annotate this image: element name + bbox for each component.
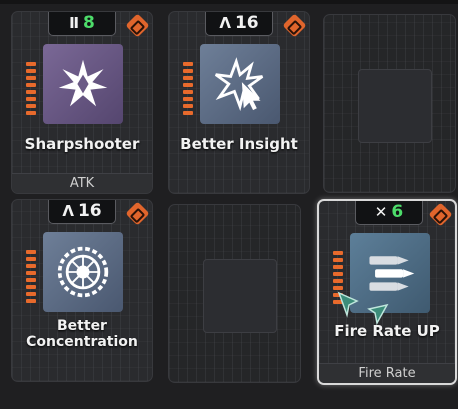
circular-gear-icon [43,232,123,312]
level-badge: Ⅱ 8 [48,12,116,36]
level-number: 6 [391,202,404,222]
top-frame [0,0,458,4]
lock-tag-icon[interactable] [125,201,150,226]
skill-card-better-concentration[interactable]: Λ 16 Better Concentration [11,199,153,382]
rank-bars-icon: Ⅱ [69,14,80,32]
card-title: Better Concentration [26,318,138,350]
level-badge: Λ 16 [48,200,116,224]
circuit-pins [183,62,193,122]
shatter-star-icon [43,44,123,124]
card-category: ATK [12,173,152,193]
skill-card-sharpshooter[interactable]: Ⅱ 8 Sharpshooter ATK [11,11,153,194]
chevron-up-icon: Λ [219,14,231,32]
empty-chip [203,259,277,333]
level-number: 16 [234,13,259,33]
skill-card-fire-rate-up[interactable]: ✕ 6 Fire Rate UP Fire Rate [317,199,457,385]
card-title: Better Insight [180,135,298,153]
burst-cursor-icon [200,44,280,124]
level-badge: Λ 16 [205,12,273,36]
circuit-pins [26,62,36,122]
lock-tag-icon[interactable] [125,13,150,38]
skill-card-better-insight[interactable]: Λ 16 Better Insight [168,11,310,194]
level-number: 8 [83,13,95,33]
circuit-pins [26,250,36,310]
card-category: Fire Rate [319,363,455,383]
empty-chip [358,69,432,143]
lock-tag-icon[interactable] [282,13,307,38]
selection-cursor-icon [337,291,389,325]
empty-slot[interactable] [323,14,456,193]
empty-slot[interactable] [168,204,301,383]
lock-tag-icon[interactable] [428,202,453,227]
crossed-arrows-icon: ✕ [374,203,388,221]
chevron-up-icon: Λ [62,202,74,220]
card-title: Fire Rate UP [334,322,440,340]
card-title: Sharpshooter [24,135,140,153]
level-badge: ✕ 6 [355,201,423,225]
level-number: 16 [77,201,102,221]
